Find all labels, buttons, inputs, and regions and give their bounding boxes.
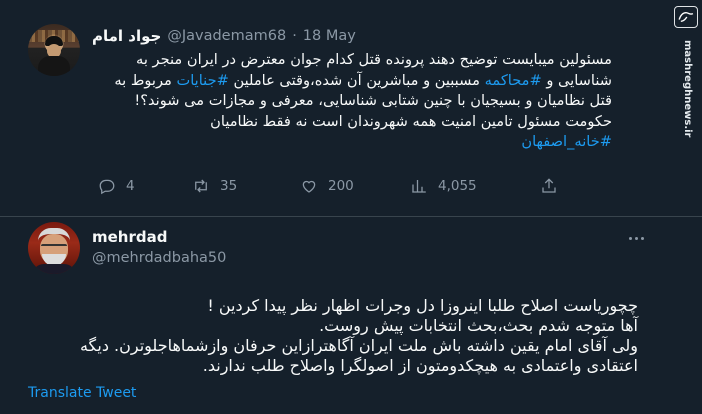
tweet-line: حکومت مسئول تامین امنیت همه شهروندان است… [210, 112, 612, 130]
tweet-line: #خانه_اصفهان [92, 132, 612, 153]
tweet-line: آها متوجه شدم بحث،بحث انتخابات پیش روست. [319, 316, 638, 335]
avatar-suit [32, 264, 76, 274]
share-icon [542, 178, 556, 193]
translate-tweet-link[interactable]: Translate Tweet [28, 385, 136, 401]
retweet-icon [195, 179, 207, 193]
reply-icon [99, 179, 115, 195]
watermark: mashreghnews.ir [672, 0, 702, 414]
hashtag-link[interactable]: #خانه_اصفهان [521, 133, 612, 150]
watermark-logo [674, 6, 698, 28]
tweet-line: چچوریاست اصلاح طلبا اینروزا دل وجرات اظه… [207, 296, 638, 315]
views-icon [412, 180, 426, 193]
tweet-body: مسئولین میبایست توضیح دهند پرونده قتل کد… [92, 50, 612, 153]
retweet-button[interactable]: 35 [192, 174, 237, 198]
tweet-header: جواد امام @Javademam68 · 18 May [92, 24, 356, 48]
view-count: 4,055 [438, 178, 477, 194]
tweet-line: شناسایی و #محاکمه مسببین و مباشرین آن شد… [92, 71, 612, 92]
logo-mark-icon [678, 12, 694, 22]
tweet-line: قتل نظامیان و بسیجیان با چنین شتابی شناس… [134, 92, 612, 109]
like-button[interactable]: 200 [300, 174, 354, 198]
retweet-count: 35 [220, 178, 238, 194]
reply-button[interactable]: 4 [98, 174, 135, 198]
text-fragment: شناسایی و [541, 71, 612, 89]
separator-dot: · [292, 28, 297, 44]
more-icon[interactable] [624, 228, 648, 248]
text-fragment: مسببین و مباشرین آن شده،وقتی عاملین [228, 71, 485, 89]
tweet-line: ولی آقای امام یقین داشته باش ملت ایران آ… [79, 336, 638, 355]
tweet-actions: 4 35 200 4,055 [92, 174, 572, 198]
user-handle[interactable]: @Javademam68 [167, 28, 286, 44]
avatar[interactable] [28, 24, 80, 76]
tweet-line: اعتقادی واعتمادی به هیچکدومتون از اصولگر… [202, 356, 638, 375]
avatar-hair [38, 228, 70, 244]
avatar-robe [38, 56, 70, 76]
text-fragment: مربوط به [114, 71, 177, 89]
reply-count: 4 [126, 178, 135, 194]
avatar-glasses [41, 244, 67, 250]
hashtag-link[interactable]: #محاکمه [485, 72, 542, 89]
display-name[interactable]: جواد امام [92, 27, 161, 45]
tweet-body: چچوریاست اصلاح طلبا اینروزا دل وجرات اظه… [40, 296, 638, 376]
avatar[interactable] [28, 222, 80, 274]
watermark-site: mashreghnews.ir [679, 40, 693, 140]
views-button[interactable]: 4,055 [410, 174, 477, 198]
tweet-line: مسئولین میبایست توضیح دهند پرونده قتل کد… [136, 51, 612, 68]
display-name[interactable]: mehrdad [92, 228, 167, 246]
reply-tweet[interactable]: mehrdad @mehrdadbaha50 چچوریاست اصلاح طل… [0, 217, 702, 414]
share-button[interactable] [540, 174, 558, 198]
like-count: 200 [328, 178, 354, 194]
user-handle[interactable]: @mehrdadbaha50 [92, 250, 226, 266]
hashtag-link[interactable]: #جنایات [176, 72, 228, 89]
tweet-date[interactable]: 18 May [303, 28, 356, 44]
watermark-url: mashreghnews.ir [682, 40, 693, 138]
original-tweet[interactable]: جواد امام @Javademam68 · 18 May مسئولین … [0, 0, 702, 216]
like-icon [302, 180, 316, 193]
